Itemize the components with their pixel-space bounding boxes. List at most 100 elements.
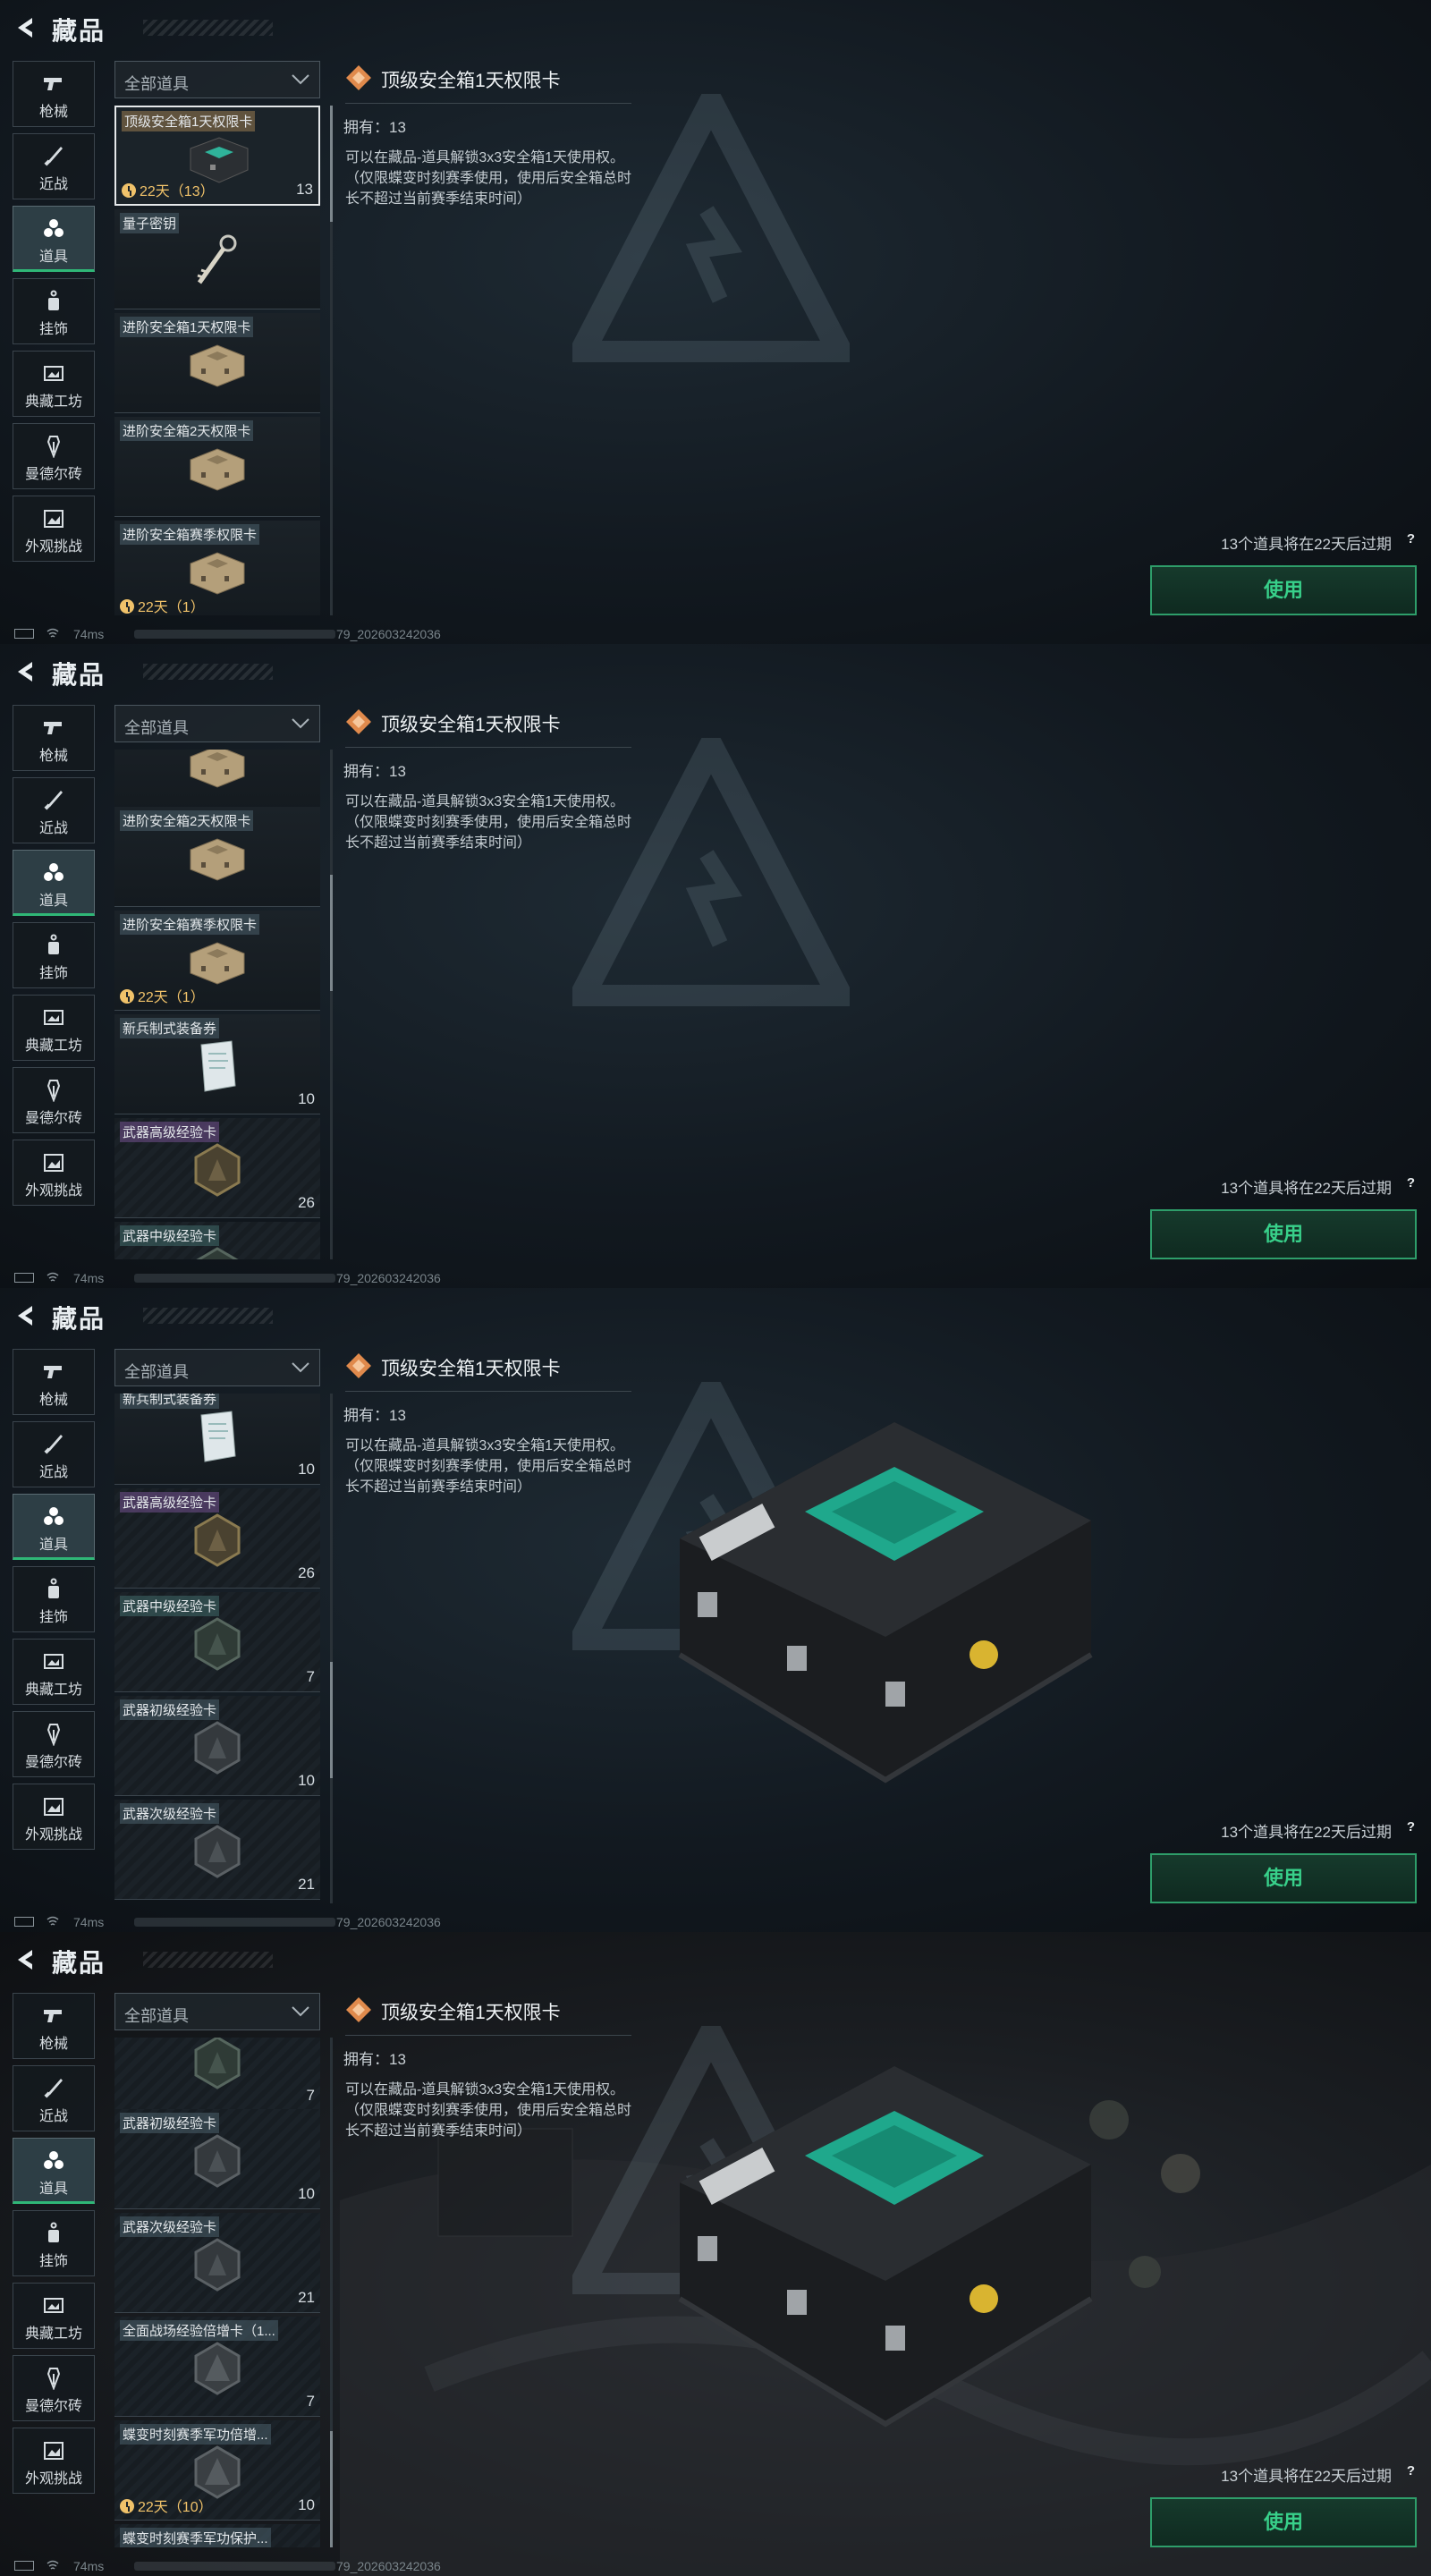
item-filter-dropdown[interactable]: 全部道具 bbox=[114, 705, 320, 742]
detail-title: 顶级安全箱1天权限卡 bbox=[381, 71, 561, 91]
sidebar-item[interactable]: 典藏工坊 bbox=[13, 995, 95, 1061]
appearance-challenge-icon bbox=[41, 1795, 66, 1818]
item-list-scrollbar[interactable] bbox=[330, 106, 333, 615]
sidebar-item[interactable]: 曼德尔砖 bbox=[13, 1067, 95, 1133]
item-card[interactable]: 武器中级经验卡 7 bbox=[114, 1592, 320, 1692]
item-card[interactable]: 进阶安全箱赛季权限卡 22天（1） bbox=[114, 911, 320, 1011]
scrollbar-thumb[interactable] bbox=[330, 2431, 333, 2547]
sidebar-item[interactable]: 典藏工坊 bbox=[13, 351, 95, 417]
item-card[interactable]: 新兵制式装备券 10 bbox=[114, 1014, 320, 1114]
use-button[interactable]: 使用 bbox=[1150, 1209, 1417, 1259]
sidebar-item[interactable]: 挂饰 bbox=[13, 278, 95, 344]
item-count: 10 bbox=[298, 2496, 315, 2513]
item-list-scrollbar[interactable] bbox=[330, 1394, 333, 1903]
back-arrow-icon[interactable] bbox=[13, 14, 39, 41]
knife-icon bbox=[41, 1433, 66, 1456]
item-card[interactable]: 武器高级经验卡 26 bbox=[114, 1118, 320, 1218]
use-button[interactable]: 使用 bbox=[1150, 565, 1417, 615]
item-filter-dropdown[interactable]: 全部道具 bbox=[114, 1349, 320, 1386]
item-card[interactable]: 进阶安全箱赛季权限卡 22天（1） bbox=[114, 521, 320, 615]
sidebar-item[interactable]: 挂饰 bbox=[13, 2210, 95, 2276]
item-thumbnail bbox=[182, 440, 253, 497]
sidebar-item[interactable]: 枪械 bbox=[13, 1349, 95, 1415]
status-bar: 74ms 79_202603242036 bbox=[0, 1912, 1431, 1932]
item-name: 武器初级经验卡 bbox=[120, 2113, 220, 2133]
charm-icon bbox=[41, 1578, 66, 1601]
sidebar-item[interactable]: 道具 bbox=[13, 850, 95, 916]
sidebar-item[interactable]: 道具 bbox=[13, 1494, 95, 1560]
clock-icon bbox=[120, 2499, 134, 2513]
help-icon[interactable]: ? bbox=[1407, 531, 1415, 547]
sidebar-item[interactable]: 外观挑战 bbox=[13, 1784, 95, 1850]
item-card[interactable]: 顶级安全箱1天权限卡 22天（13） 13 bbox=[114, 106, 320, 206]
item-card[interactable]: 7 bbox=[114, 2038, 320, 2111]
item-card[interactable]: 武器初级经验卡 10 bbox=[114, 2109, 320, 2209]
scrollbar-thumb[interactable] bbox=[330, 106, 333, 222]
item-description: 可以在藏品-道具解锁3x3安全箱1天使用权。（仅限蝶变时刻赛季使用，使用后安全箱… bbox=[345, 1438, 632, 1495]
item-card[interactable]: 进阶安全箱2天权限卡 bbox=[114, 417, 320, 517]
filter-label: 全部道具 bbox=[124, 75, 189, 93]
help-icon[interactable]: ? bbox=[1407, 2463, 1415, 2479]
scrollbar-thumb[interactable] bbox=[330, 875, 333, 991]
item-card[interactable]: 全面战场经验倍增卡（1... 7 bbox=[114, 2317, 320, 2417]
sidebar-item[interactable]: 近战 bbox=[13, 1421, 95, 1487]
use-button[interactable]: 使用 bbox=[1150, 1853, 1417, 1903]
sidebar-item-label: 曼德尔砖 bbox=[24, 1111, 82, 1126]
item-card[interactable]: 武器初级经验卡 10 bbox=[114, 1696, 320, 1796]
sidebar-item[interactable]: 曼德尔砖 bbox=[13, 1711, 95, 1777]
item-card[interactable]: 量子密钥 bbox=[114, 209, 320, 309]
sidebar-item[interactable]: 近战 bbox=[13, 777, 95, 843]
item-filter-dropdown[interactable]: 全部道具 bbox=[114, 1993, 320, 2030]
battery-icon bbox=[14, 1273, 34, 1283]
sidebar: 枪械 近战道具挂饰典藏工坊曼德尔砖外观挑战 bbox=[13, 705, 97, 1212]
back-arrow-icon[interactable] bbox=[13, 1302, 39, 1329]
item-name: 武器次级经验卡 bbox=[120, 1803, 220, 1824]
sidebar-item[interactable]: 挂饰 bbox=[13, 1566, 95, 1632]
item-card[interactable] bbox=[114, 750, 320, 814]
filter-label: 全部道具 bbox=[124, 719, 189, 737]
sidebar-item[interactable]: 挂饰 bbox=[13, 922, 95, 988]
scrollbar-thumb[interactable] bbox=[330, 1662, 333, 1778]
item-list-scrollbar[interactable] bbox=[330, 2038, 333, 2547]
back-arrow-icon[interactable] bbox=[13, 658, 39, 685]
charm-icon bbox=[41, 934, 66, 957]
sidebar-item[interactable]: 道具 bbox=[13, 2138, 95, 2204]
redacted-text bbox=[134, 2562, 335, 2571]
sidebar-item[interactable]: 外观挑战 bbox=[13, 2428, 95, 2494]
sidebar-item[interactable]: 枪械 bbox=[13, 1993, 95, 2059]
help-icon[interactable]: ? bbox=[1407, 1175, 1415, 1191]
sidebar-item-label: 道具 bbox=[38, 2182, 68, 2197]
item-card[interactable]: 武器次级经验卡 21 bbox=[114, 2213, 320, 2313]
sidebar-item[interactable]: 典藏工坊 bbox=[13, 1639, 95, 1705]
item-card[interactable]: 新兵制式装备券 10 bbox=[114, 1394, 320, 1485]
use-button[interactable]: 使用 bbox=[1150, 2497, 1417, 2547]
sidebar-item[interactable]: 近战 bbox=[13, 133, 95, 199]
item-list-scrollbar[interactable] bbox=[330, 750, 333, 1259]
item-card[interactable]: 武器高级经验卡 26 bbox=[114, 1488, 320, 1589]
sidebar-item[interactable]: 外观挑战 bbox=[13, 496, 95, 562]
item-card[interactable]: 蝶变时刻赛季军功保护... bbox=[114, 2524, 320, 2547]
workshop-icon bbox=[41, 2294, 66, 2318]
item-card[interactable]: 蝶变时刻赛季军功倍增... 22天（10） 10 bbox=[114, 2420, 320, 2521]
wifi-icon bbox=[47, 2560, 59, 2570]
item-name: 武器初级经验卡 bbox=[120, 1699, 220, 1720]
sidebar-item[interactable]: 曼德尔砖 bbox=[13, 423, 95, 489]
back-arrow-icon[interactable] bbox=[13, 1946, 39, 1973]
help-icon[interactable]: ? bbox=[1407, 1819, 1415, 1835]
item-card[interactable]: 进阶安全箱2天权限卡 bbox=[114, 807, 320, 907]
item-count: 7 bbox=[306, 2087, 315, 2104]
sidebar-item[interactable]: 枪械 bbox=[13, 705, 95, 771]
sidebar-item[interactable]: 道具 bbox=[13, 206, 95, 272]
item-card[interactable]: 武器中级经验卡 bbox=[114, 1222, 320, 1259]
item-filter-dropdown[interactable]: 全部道具 bbox=[114, 61, 320, 98]
sidebar: 枪械 近战道具 挂饰典藏工坊 曼德尔砖外观挑战 bbox=[13, 1349, 97, 1856]
sidebar-item-label: 道具 bbox=[38, 894, 68, 909]
sidebar-item[interactable]: 曼德尔砖 bbox=[13, 2355, 95, 2421]
sidebar-item[interactable]: 外观挑战 bbox=[13, 1140, 95, 1206]
item-expiry: 22天（13） bbox=[122, 179, 215, 200]
sidebar-item[interactable]: 近战 bbox=[13, 2065, 95, 2131]
sidebar-item[interactable]: 典藏工坊 bbox=[13, 2283, 95, 2349]
item-card[interactable]: 进阶安全箱1天权限卡 bbox=[114, 313, 320, 413]
sidebar-item[interactable]: 枪械 bbox=[13, 61, 95, 127]
item-card[interactable]: 武器次级经验卡 21 bbox=[114, 1800, 320, 1900]
